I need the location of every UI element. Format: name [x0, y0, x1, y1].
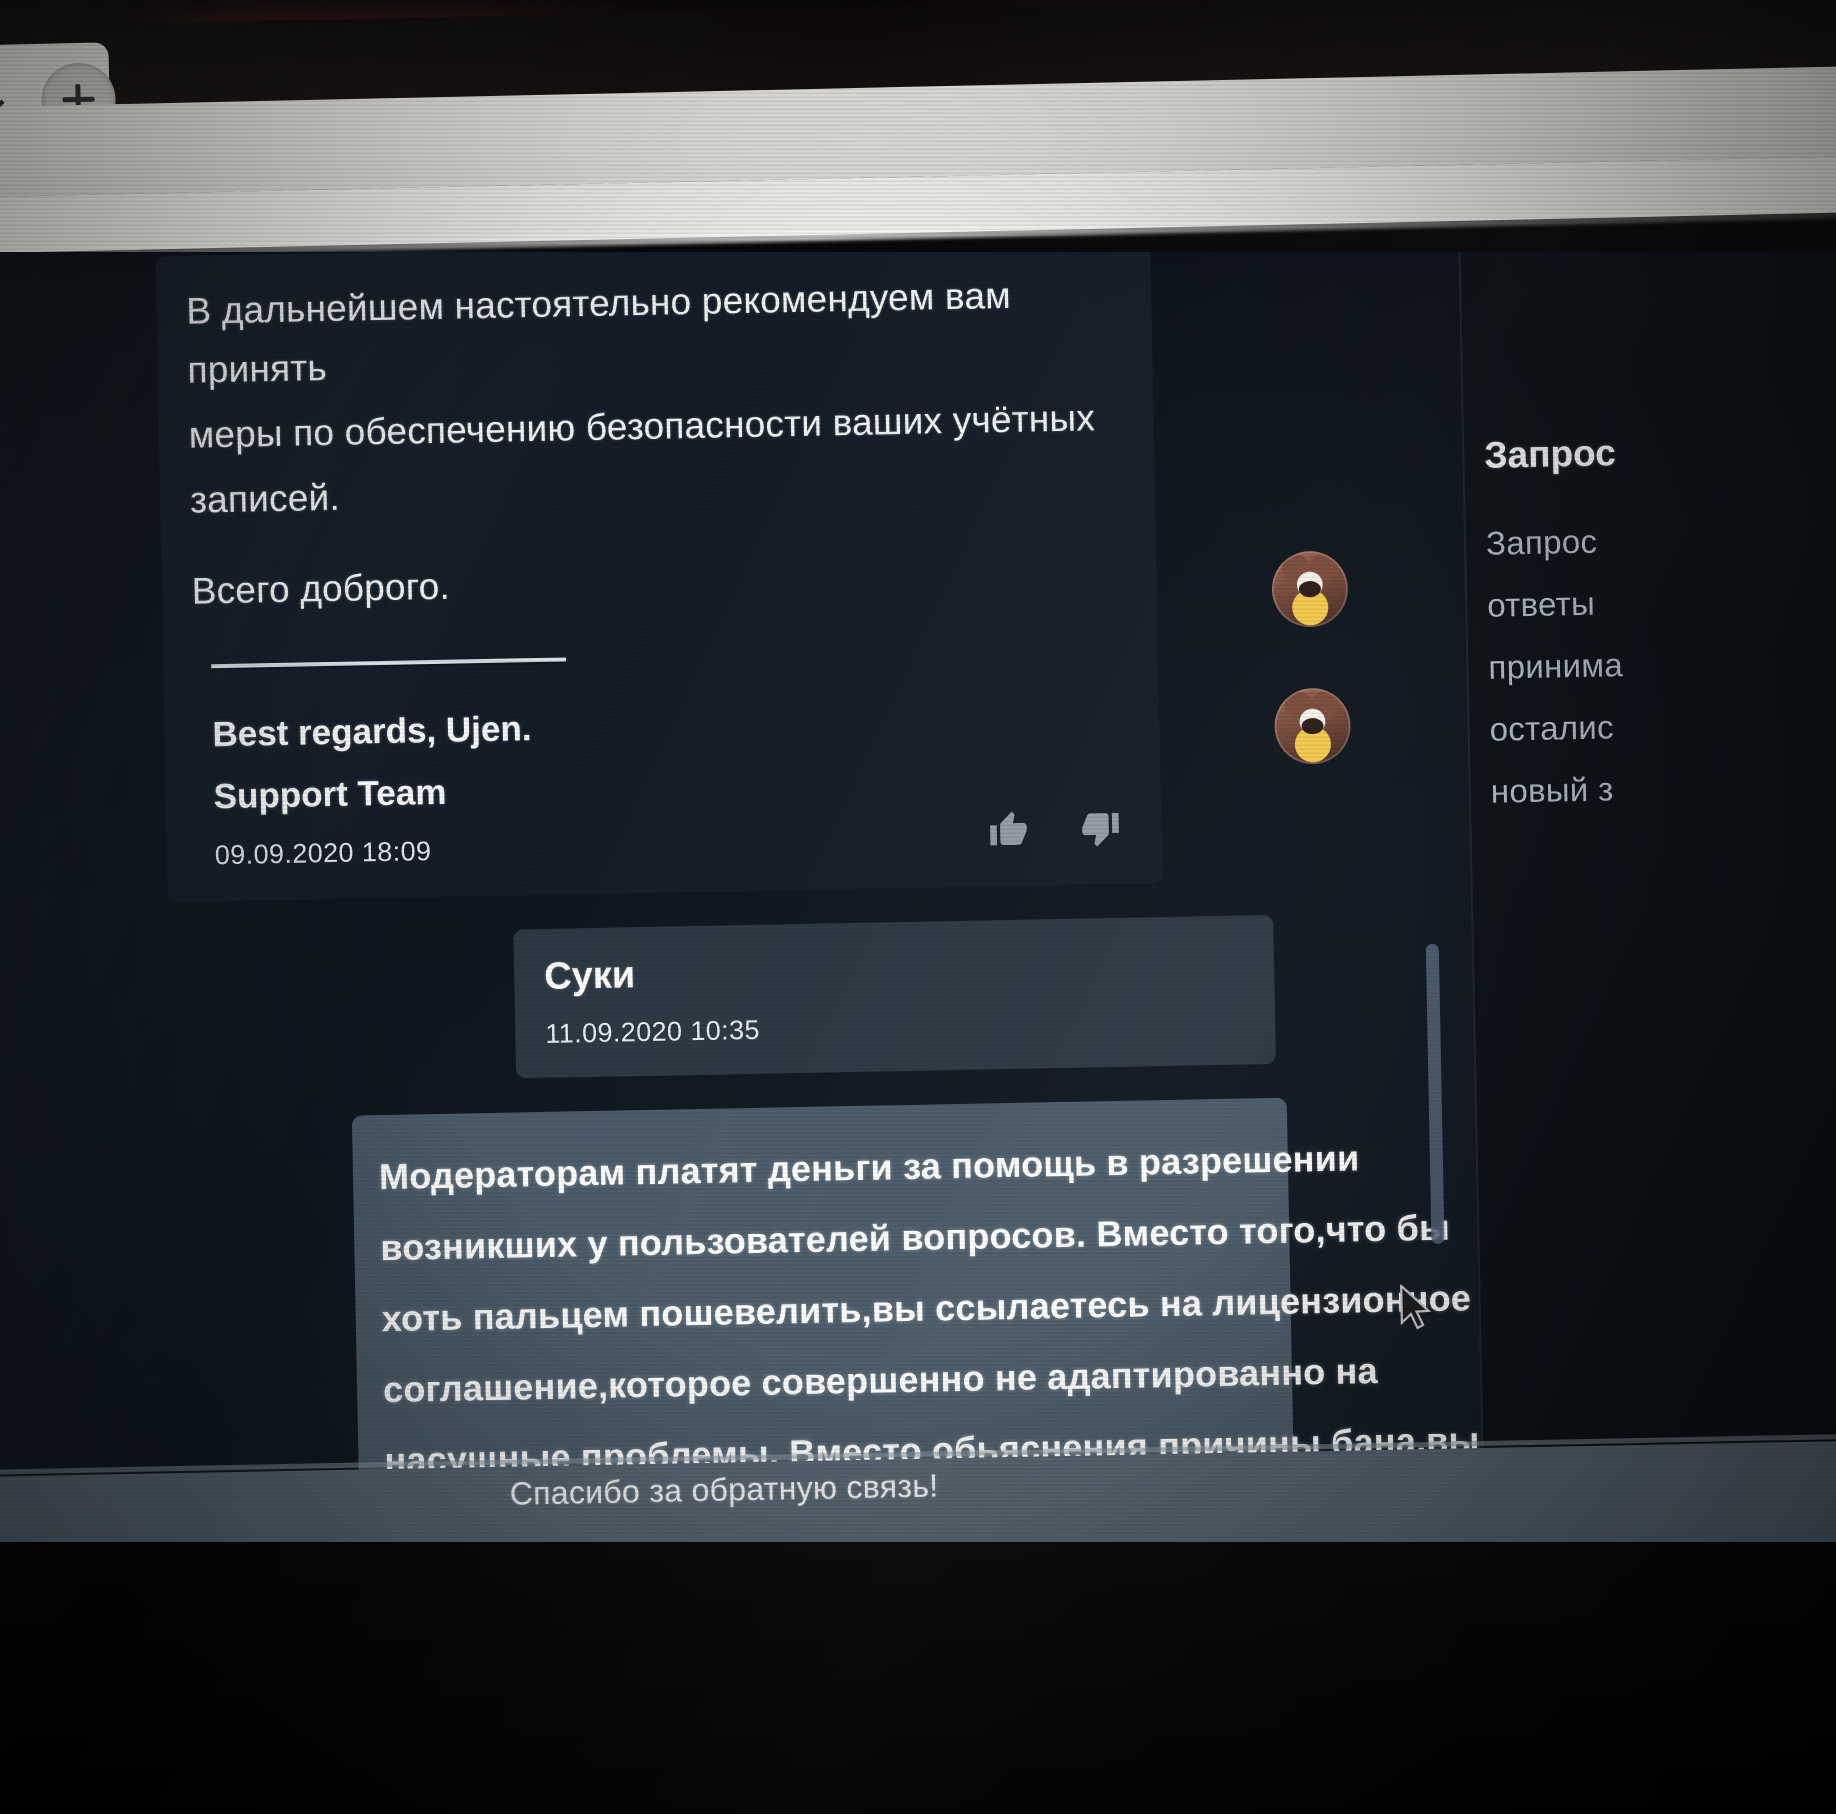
agent-message-bubble: В дальнейшем настоятельно рекомендуем ва… [155, 252, 1163, 903]
mouse-cursor [1400, 1283, 1432, 1330]
sidebar-line: принима [1488, 646, 1624, 686]
browser-window: pp ✕ y.games/wf_ru/ticket/view/489258 ou… [0, 0, 1836, 416]
thread-scrollbar-thumb[interactable] [1425, 943, 1445, 1244]
user-message-timestamp: 11.09.2020 10:35 [545, 1014, 761, 1049]
agent-paragraph-line: В дальнейшем настоятельно рекомендуем ва… [185, 274, 1012, 391]
ticket-sidebar: Запрос Запрос ответы принима осталис нов… [1457, 252, 1836, 1542]
agent-paragraph-line: записей. [189, 476, 341, 521]
sidebar-line: осталис [1489, 708, 1615, 748]
thumbs-up-icon[interactable] [987, 810, 1030, 851]
sidebar-line: новый з [1490, 770, 1614, 810]
agent-paragraph-line: меры по обеспечению безопасности ваших у… [188, 397, 1096, 456]
ticket-page-inner: В дальнейшем настоятельно рекомендуем ва… [0, 252, 1836, 1542]
signature-divider [211, 657, 567, 669]
user-message-text: Суки [543, 954, 636, 998]
ticket-thread: В дальнейшем настоятельно рекомендуем ва… [155, 252, 1480, 1542]
message-rating-controls [987, 808, 1122, 851]
thumbs-down-icon[interactable] [1079, 808, 1122, 849]
user-message-row-short: Суки 11.09.2020 10:35 [168, 912, 1421, 1085]
sidebar-line: Запрос [1485, 522, 1598, 562]
ticket-page: В дальнейшем настоятельно рекомендуем ва… [0, 252, 1836, 1542]
user-message-bubble-short: Суки 11.09.2020 10:35 [513, 914, 1277, 1079]
monitor-lower-area [0, 1542, 1836, 1814]
sidebar-line: ответы [1486, 584, 1596, 624]
monitor-photo: pp ✕ y.games/wf_ru/ticket/view/489258 ou… [0, 0, 1836, 1814]
sidebar-title: Запрос [1483, 432, 1617, 476]
